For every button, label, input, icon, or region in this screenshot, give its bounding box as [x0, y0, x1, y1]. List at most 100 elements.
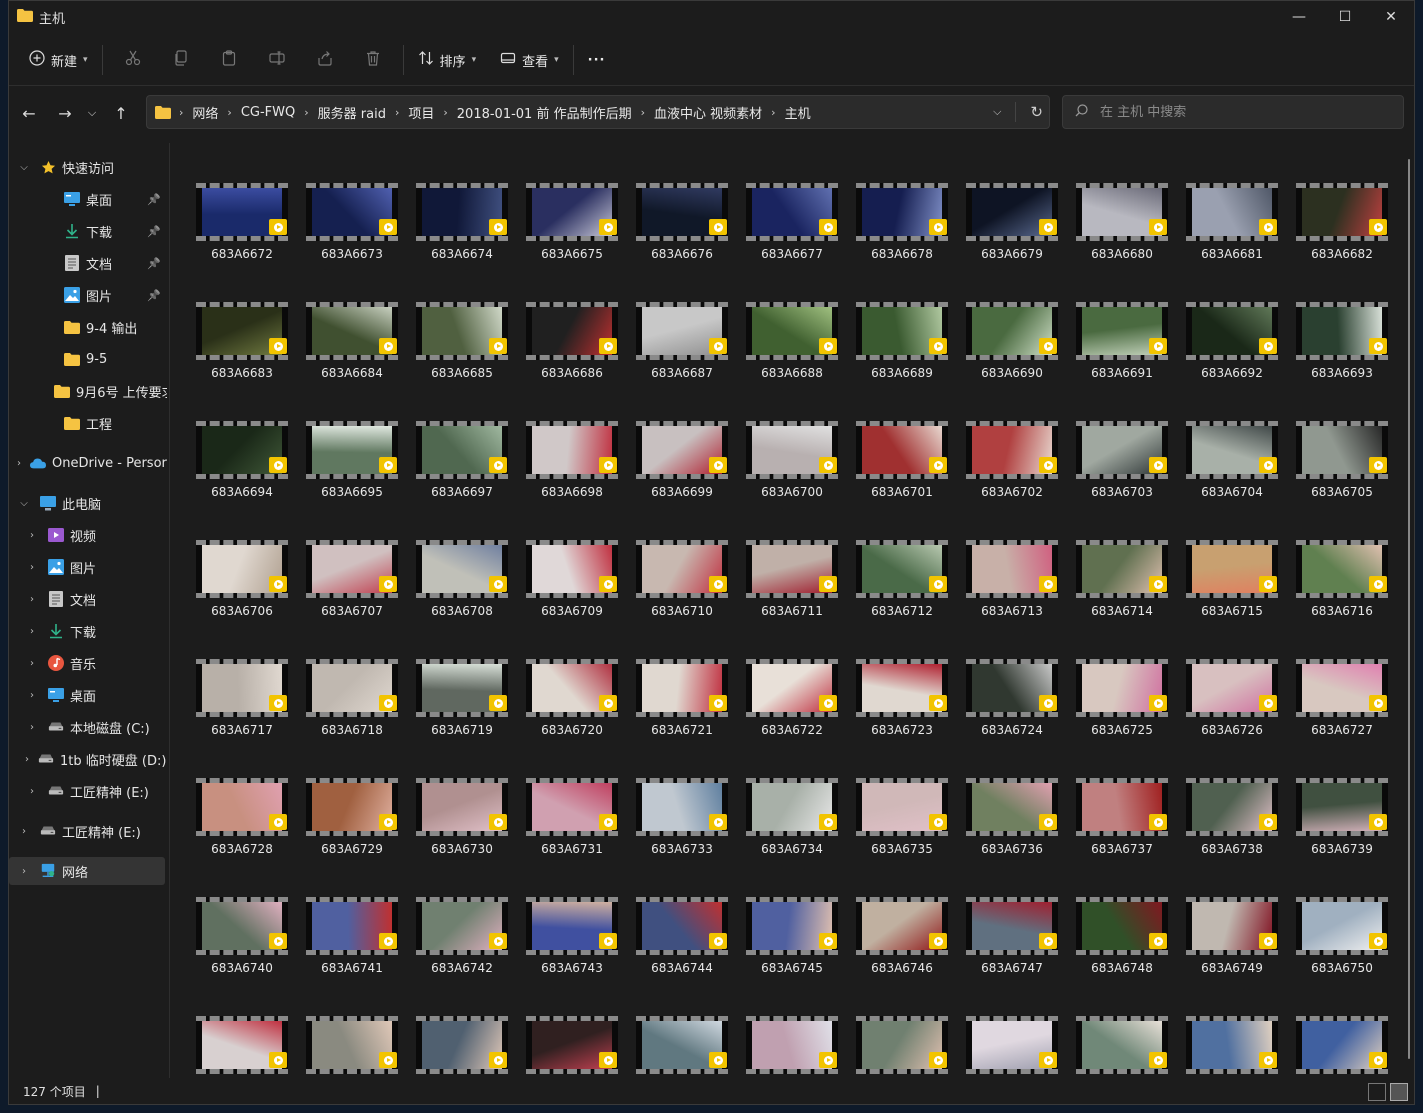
- file-item[interactable]: 683A6723: [847, 659, 957, 749]
- file-item[interactable]: 683A6747: [957, 897, 1067, 987]
- file-item[interactable]: 683A6713: [957, 540, 1067, 630]
- sidebar-item[interactable]: ›9-4 输出: [9, 313, 165, 341]
- file-item[interactable]: 683A6735: [847, 778, 957, 868]
- file-item[interactable]: 683A6701: [847, 421, 957, 511]
- file-item[interactable]: 683A6674: [407, 183, 517, 273]
- chevron-down-icon[interactable]: ⌵: [17, 162, 31, 173]
- chevron-right-icon[interactable]: ›: [25, 562, 39, 573]
- breadcrumb-item[interactable]: 项目: [408, 103, 434, 122]
- sidebar-item[interactable]: › 下载: [9, 617, 165, 645]
- sidebar-item[interactable]: › 视频: [9, 521, 165, 549]
- sidebar-item[interactable]: › 工匠精神 (E:): [9, 817, 165, 845]
- sidebar-item[interactable]: › 工匠精神 (E:): [9, 777, 165, 805]
- file-item[interactable]: 683A6683: [187, 302, 297, 392]
- chevron-right-icon[interactable]: ›: [25, 530, 39, 541]
- file-item[interactable]: 683A6740: [187, 897, 297, 987]
- sidebar-item[interactable]: ›桌面📌: [9, 185, 165, 213]
- address-bar[interactable]: › 网络 › CG-FWQ › 服务器 raid › 项目 › 2018-01-01 前…: [146, 95, 1050, 129]
- file-item[interactable]: 683A6702: [957, 421, 1067, 511]
- minimize-button[interactable]: —: [1276, 1, 1322, 33]
- file-item[interactable]: 683A6720: [517, 659, 627, 749]
- file-item[interactable]: 683A6687: [627, 302, 737, 392]
- sidebar-item[interactable]: ›文档📌: [9, 249, 165, 277]
- delete-button[interactable]: [357, 44, 389, 76]
- file-item[interactable]: 683A6675: [517, 183, 627, 273]
- back-button[interactable]: ←: [13, 97, 45, 129]
- file-item[interactable]: 683A6685: [407, 302, 517, 392]
- file-item[interactable]: 683A6729: [297, 778, 407, 868]
- file-item[interactable]: 683A6693: [1287, 302, 1397, 392]
- file-item[interactable]: 683A6703: [1067, 421, 1177, 511]
- refresh-button[interactable]: [1015, 102, 1017, 122]
- sidebar-item[interactable]: › 桌面: [9, 681, 165, 709]
- file-item[interactable]: 683A6698: [517, 421, 627, 511]
- breadcrumb-separator-icon[interactable]: ›: [771, 106, 775, 119]
- sidebar-item[interactable]: ›下载📌: [9, 217, 165, 245]
- file-item[interactable]: 683A6705: [1287, 421, 1397, 511]
- file-item[interactable]: 683A6750: [1287, 897, 1397, 987]
- file-item[interactable]: 683A6710: [627, 540, 737, 630]
- file-item[interactable]: 683A6728: [187, 778, 297, 868]
- file-item[interactable]: 683A6739: [1287, 778, 1397, 868]
- file-item[interactable]: [1177, 1016, 1287, 1078]
- file-item[interactable]: 683A6680: [1067, 183, 1177, 273]
- file-item[interactable]: 683A6673: [297, 183, 407, 273]
- copy-button[interactable]: [165, 44, 197, 76]
- file-item[interactable]: 683A6727: [1287, 659, 1397, 749]
- chevron-right-icon[interactable]: ›: [25, 594, 39, 605]
- breadcrumb-item[interactable]: 服务器 raid: [318, 103, 386, 122]
- file-item[interactable]: 683A6678: [847, 183, 957, 273]
- chevron-right-icon[interactable]: ›: [17, 866, 31, 877]
- sidebar-item[interactable]: ›工程: [9, 409, 165, 437]
- file-item[interactable]: 683A6695: [297, 421, 407, 511]
- sidebar-item[interactable]: › 网络: [9, 857, 165, 885]
- breadcrumb-separator-icon[interactable]: ›: [304, 106, 308, 119]
- file-item[interactable]: [627, 1016, 737, 1078]
- file-item[interactable]: 683A6717: [187, 659, 297, 749]
- file-item[interactable]: 683A6677: [737, 183, 847, 273]
- search-input[interactable]: [1098, 103, 1382, 121]
- breadcrumb-separator-icon[interactable]: ›: [641, 106, 645, 119]
- file-item[interactable]: 683A6707: [297, 540, 407, 630]
- file-item[interactable]: 683A6709: [517, 540, 627, 630]
- file-item[interactable]: 683A6692: [1177, 302, 1287, 392]
- details-view-button[interactable]: [1368, 1083, 1386, 1101]
- file-item[interactable]: 683A6724: [957, 659, 1067, 749]
- file-item[interactable]: 683A6711: [737, 540, 847, 630]
- file-item[interactable]: 683A6737: [1067, 778, 1177, 868]
- file-item[interactable]: 683A6712: [847, 540, 957, 630]
- sidebar-item[interactable]: › 本地磁盘 (C:): [9, 713, 165, 741]
- file-item[interactable]: 683A6686: [517, 302, 627, 392]
- file-item[interactable]: 683A6748: [1067, 897, 1177, 987]
- breadcrumb-item[interactable]: 主机: [785, 103, 811, 122]
- refresh-icon[interactable]: ↻: [1030, 103, 1043, 121]
- chevron-right-icon[interactable]: ›: [17, 458, 21, 469]
- file-item[interactable]: [517, 1016, 627, 1078]
- chevron-right-icon[interactable]: ›: [25, 626, 39, 637]
- breadcrumb-separator-icon[interactable]: ›: [227, 106, 231, 119]
- file-item[interactable]: 683A6689: [847, 302, 957, 392]
- file-item[interactable]: 683A6742: [407, 897, 517, 987]
- file-item[interactable]: 683A6745: [737, 897, 847, 987]
- file-item[interactable]: 683A6691: [1067, 302, 1177, 392]
- sidebar-item[interactable]: ›图片📌: [9, 281, 165, 309]
- new-button[interactable]: 新建 ▾: [21, 44, 96, 76]
- file-item[interactable]: [407, 1016, 517, 1078]
- file-item[interactable]: 683A6697: [407, 421, 517, 511]
- up-button[interactable]: ↑: [105, 97, 137, 129]
- breadcrumb-item[interactable]: 血液中心 视频素材: [654, 103, 762, 122]
- file-item[interactable]: 683A6749: [1177, 897, 1287, 987]
- address-dropdown-button[interactable]: ⌵: [993, 105, 1001, 119]
- file-item[interactable]: 683A6741: [297, 897, 407, 987]
- file-item[interactable]: 683A6738: [1177, 778, 1287, 868]
- file-item[interactable]: [1067, 1016, 1177, 1078]
- file-item[interactable]: 683A6743: [517, 897, 627, 987]
- file-item[interactable]: 683A6690: [957, 302, 1067, 392]
- search-box[interactable]: [1062, 95, 1404, 129]
- file-item[interactable]: 683A6704: [1177, 421, 1287, 511]
- file-item[interactable]: 683A6684: [297, 302, 407, 392]
- maximize-button[interactable]: ☐: [1322, 1, 1368, 33]
- breadcrumb-item[interactable]: 网络: [192, 103, 218, 122]
- file-item[interactable]: 683A6715: [1177, 540, 1287, 630]
- file-item[interactable]: [1287, 1016, 1397, 1078]
